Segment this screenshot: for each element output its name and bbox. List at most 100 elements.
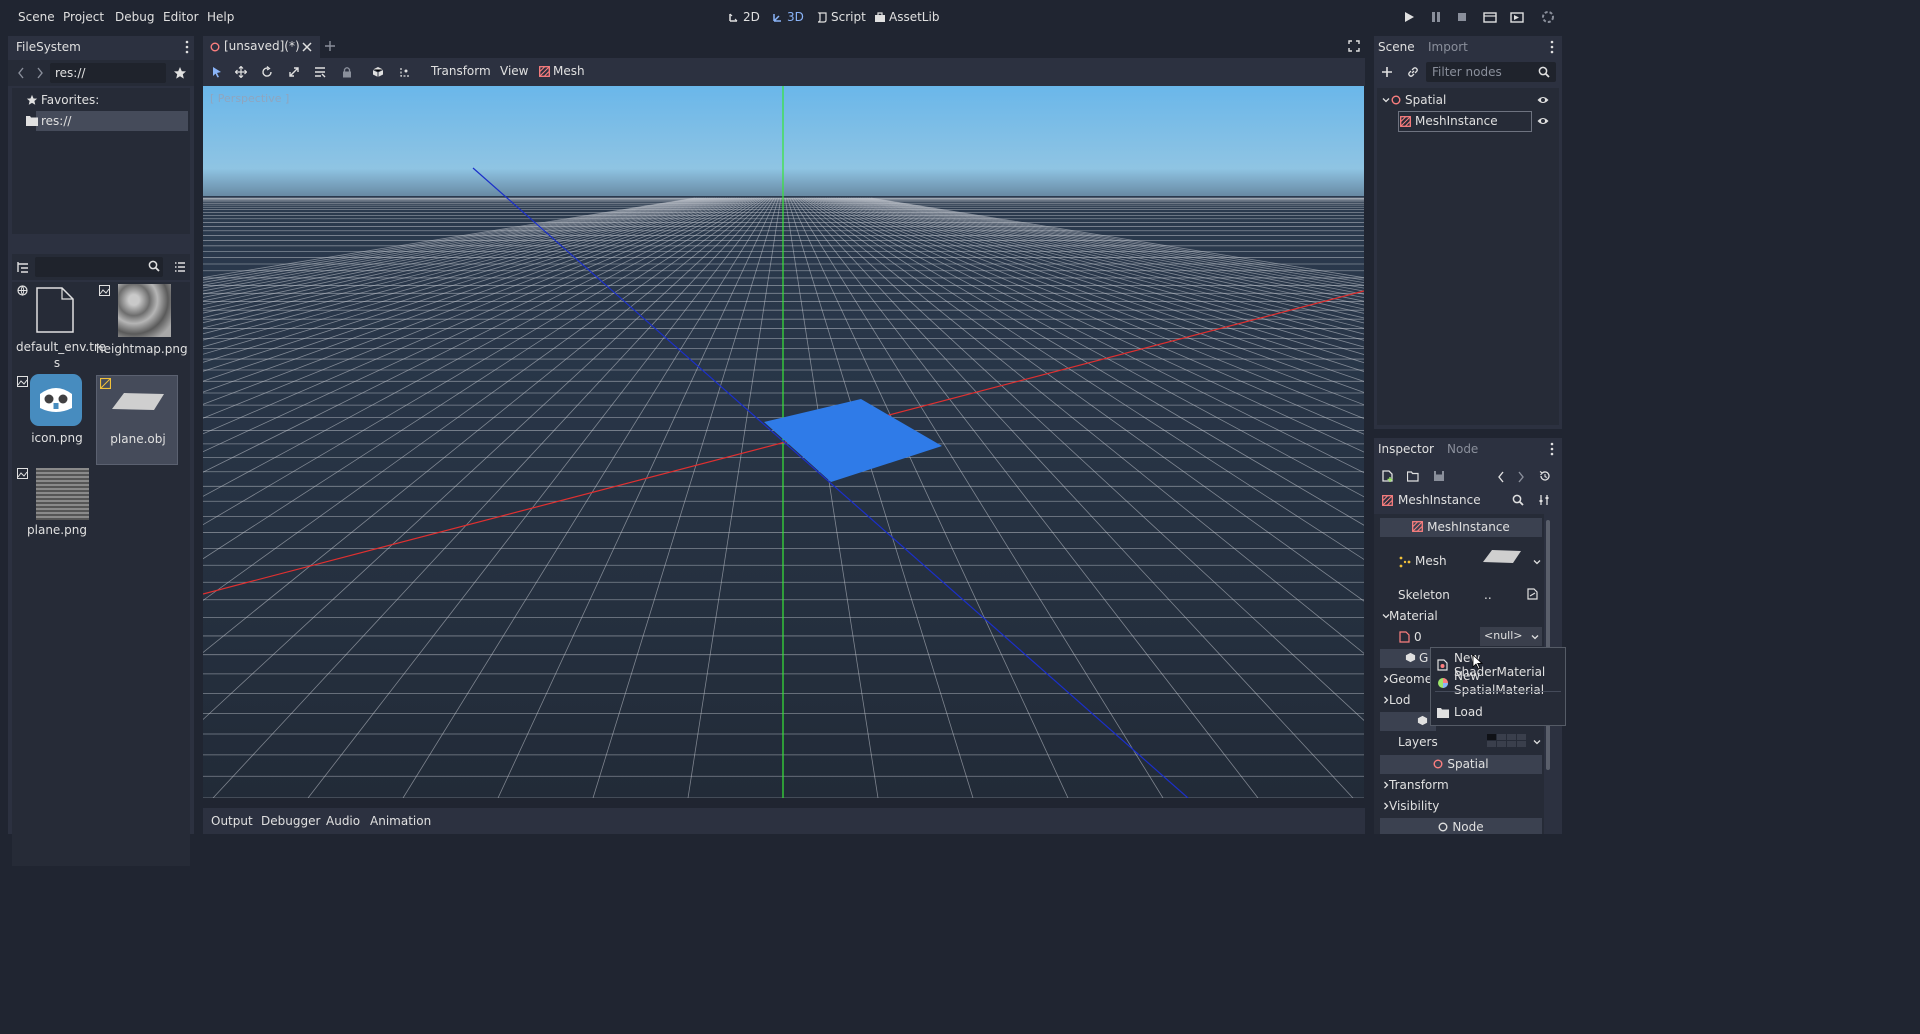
select-tool-icon[interactable] xyxy=(211,66,223,78)
workspace-2d-button[interactable]: 2D xyxy=(728,10,760,24)
play-icon[interactable] xyxy=(1402,10,1418,26)
file-item-selected[interactable]: plane.obj xyxy=(96,375,178,465)
search-icon[interactable] xyxy=(1512,494,1524,506)
material-value-dropdown[interactable]: <null> xyxy=(1480,627,1542,646)
geometry-instance-icon xyxy=(1405,652,1416,663)
scale-tool-icon[interactable] xyxy=(288,66,300,78)
menu-help[interactable]: Help xyxy=(207,10,234,24)
split-mode-icon[interactable] xyxy=(17,261,29,273)
history-icon[interactable] xyxy=(1539,470,1551,482)
filter-nodes-input[interactable]: Filter nodes xyxy=(1426,62,1556,82)
transform-menu[interactable]: Transform xyxy=(431,64,491,78)
rotate-tool-icon[interactable] xyxy=(261,66,273,78)
file-name: plane.obj xyxy=(110,432,166,446)
menu-item-load[interactable]: Load xyxy=(1437,705,1483,719)
mesh-resource-preview[interactable] xyxy=(1482,548,1528,574)
image-type-icon xyxy=(99,285,110,296)
inspected-object-name[interactable]: MeshInstance xyxy=(1398,493,1481,507)
back-icon[interactable] xyxy=(17,67,25,79)
menu-debug[interactable]: Debug xyxy=(115,10,154,24)
scene-tab-bar xyxy=(203,36,1365,58)
prop-material-section[interactable]: Material xyxy=(1389,609,1438,623)
tab-debugger[interactable]: Debugger xyxy=(261,814,320,828)
open-folder-icon[interactable] xyxy=(1407,470,1419,482)
pause-icon[interactable] xyxy=(1429,10,1445,26)
star-icon[interactable] xyxy=(173,66,187,80)
spinner-icon xyxy=(1541,10,1557,26)
tree-node-spatial[interactable]: Spatial xyxy=(1405,93,1446,107)
close-icon[interactable] xyxy=(302,42,312,52)
viewport-perspective-label[interactable]: [ Perspective ] xyxy=(210,92,289,105)
history-back-icon[interactable] xyxy=(1497,471,1505,483)
tab-node[interactable]: Node xyxy=(1447,442,1478,456)
prop-visibility-section[interactable]: Visibility xyxy=(1389,799,1439,813)
node-path-icon[interactable] xyxy=(1527,588,1539,600)
add-tab-icon[interactable] xyxy=(324,40,336,52)
history-forward-icon[interactable] xyxy=(1517,471,1525,483)
inspector-scrollbar[interactable] xyxy=(1546,520,1550,770)
workspace-assetlib-button[interactable]: AssetLib xyxy=(874,10,939,24)
tab-scene[interactable]: Scene xyxy=(1374,36,1418,58)
new-resource-icon[interactable] xyxy=(1382,470,1394,482)
file-search-input[interactable] xyxy=(35,257,163,277)
tab-output[interactable]: Output xyxy=(211,814,253,828)
scene-tab[interactable]: [unsaved](*) xyxy=(203,36,320,58)
play-scene-icon[interactable] xyxy=(1483,10,1499,26)
snap-icon[interactable] xyxy=(399,66,411,78)
layers-grid[interactable] xyxy=(1487,734,1527,748)
menu-project[interactable]: Project xyxy=(63,10,104,24)
fullscreen-icon[interactable] xyxy=(1348,40,1360,52)
section-header-spatial: Spatial xyxy=(1380,755,1542,774)
prop-transform-section[interactable]: Transform xyxy=(1389,778,1449,792)
lock-icon[interactable] xyxy=(341,66,353,78)
tab-inspector[interactable]: Inspector xyxy=(1374,438,1436,460)
heightmap-thumbnail xyxy=(118,284,171,337)
tab-import[interactable]: Import xyxy=(1428,40,1468,54)
chevron-down-icon[interactable] xyxy=(1533,738,1541,746)
move-tool-icon[interactable] xyxy=(235,66,247,78)
chevron-down-icon[interactable] xyxy=(1382,96,1390,104)
save-icon[interactable] xyxy=(1433,470,1445,482)
mesh-instance-icon xyxy=(1382,495,1393,506)
link-icon[interactable] xyxy=(1407,66,1419,78)
file-item[interactable]: heightmap.png xyxy=(96,283,188,371)
file-document-icon xyxy=(36,287,74,333)
visibility-eye-icon[interactable] xyxy=(1537,116,1549,126)
file-name-line1: default_env.tre xyxy=(16,340,106,354)
file-item[interactable]: icon.png xyxy=(14,374,96,464)
list-view-icon[interactable] xyxy=(174,261,186,273)
kebab-menu-icon[interactable] xyxy=(1550,442,1554,456)
forward-icon[interactable] xyxy=(36,67,44,79)
play-custom-scene-icon[interactable] xyxy=(1510,10,1526,26)
file-item[interactable]: default_env.tre s xyxy=(14,283,106,371)
workspace-3d-button[interactable]: 3D xyxy=(772,10,804,24)
add-node-icon[interactable] xyxy=(1381,66,1393,78)
visual-instance-icon xyxy=(1417,715,1428,726)
prop-geometry-section[interactable]: Geome xyxy=(1389,672,1432,686)
path-field[interactable]: res:// xyxy=(50,63,166,83)
tools-icon[interactable] xyxy=(1538,494,1550,506)
workspace-assetlib-label: AssetLib xyxy=(889,10,940,24)
prop-lod-section[interactable]: Lod xyxy=(1389,693,1410,707)
section-node-label: Node xyxy=(1452,820,1484,834)
list-select-icon[interactable] xyxy=(314,66,326,78)
kebab-menu-icon[interactable] xyxy=(1550,40,1554,54)
3d-viewport[interactable]: [ Perspective ] xyxy=(203,86,1364,798)
kebab-menu-icon[interactable] xyxy=(185,40,189,54)
view-menu[interactable]: View xyxy=(500,64,528,78)
chevron-down-icon[interactable] xyxy=(1533,558,1541,566)
visibility-eye-icon[interactable] xyxy=(1537,95,1549,105)
stop-icon[interactable] xyxy=(1455,10,1471,26)
group-icon[interactable] xyxy=(372,66,384,78)
prop-skeleton-value[interactable]: .. xyxy=(1484,588,1492,602)
file-item[interactable]: plane.png xyxy=(14,466,96,558)
workspace-script-button[interactable]: Script xyxy=(816,10,866,24)
material-slot-icon xyxy=(1399,631,1411,643)
tab-animation[interactable]: Animation xyxy=(370,814,431,828)
mesh-resource-icon xyxy=(1399,556,1411,568)
mesh-menu[interactable]: Mesh xyxy=(553,64,585,78)
menu-scene[interactable]: Scene xyxy=(18,10,55,24)
menu-editor[interactable]: Editor xyxy=(163,10,199,24)
menu-item-new-spatialmaterial[interactable]: New SpatialMaterial xyxy=(1437,669,1565,697)
tab-audio[interactable]: Audio xyxy=(326,814,360,828)
